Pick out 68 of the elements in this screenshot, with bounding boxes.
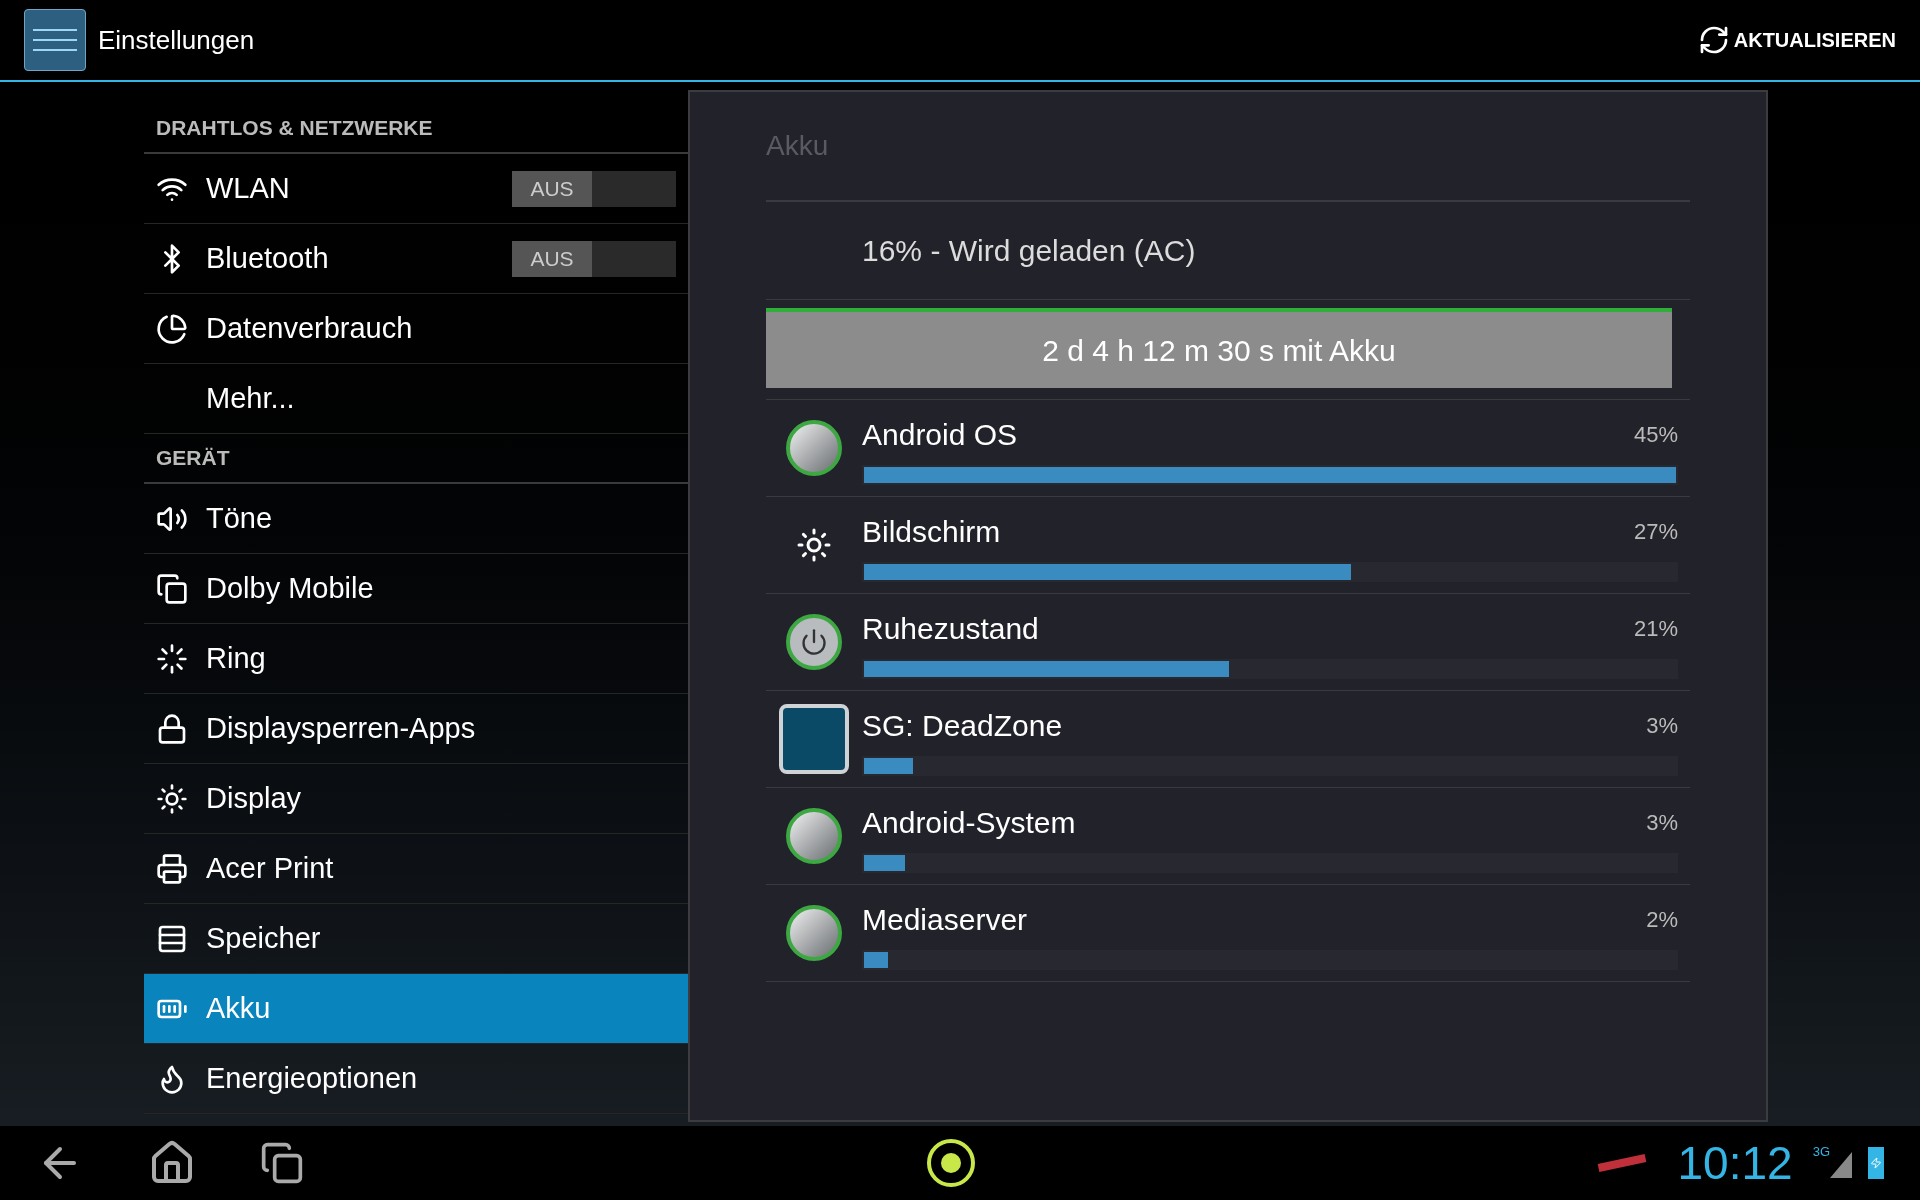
- game-app-icon: [779, 704, 849, 774]
- item-label: Dolby Mobile: [206, 570, 374, 606]
- section-header: GERÄT: [156, 445, 230, 472]
- usage-row[interactable]: Mediaserver 2%: [766, 885, 1690, 982]
- settings-item[interactable]: Display: [144, 764, 688, 834]
- settings-item[interactable]: WLAN AUS: [144, 154, 688, 224]
- app-name: Android OS: [862, 416, 1018, 453]
- network-type: 3G: [1812, 1143, 1830, 1161]
- power-app-icon: [786, 614, 842, 670]
- clock: 10:12: [1677, 1135, 1793, 1191]
- usage-percent: 2%: [1646, 905, 1679, 934]
- toggle-switch[interactable]: AUS: [512, 240, 676, 277]
- settings-item[interactable]: Energieoptionen: [144, 1044, 688, 1114]
- settings-item[interactable]: Datenverbrauch: [144, 294, 688, 364]
- section-header: DRAHTLOS & NETZWERKE: [156, 115, 433, 142]
- item-label: Datenverbrauch: [206, 310, 413, 346]
- usage-row[interactable]: Android OS 45%: [766, 400, 1690, 497]
- app-icon: [786, 905, 842, 961]
- item-label: Bluetooth: [206, 240, 329, 276]
- usage-percent: 21%: [1633, 614, 1679, 643]
- settings-item[interactable]: Bluetooth AUS: [144, 224, 688, 294]
- usage-percent: 3%: [1646, 711, 1679, 740]
- app-name: Android-System: [862, 804, 1076, 841]
- brightness-icon: [156, 782, 188, 815]
- app-name: Mediaserver: [862, 901, 1028, 938]
- item-label: Energieoptionen: [206, 1060, 418, 1096]
- item-label: Acer Print: [206, 850, 334, 886]
- usage-row[interactable]: Ruhezustand 21%: [766, 594, 1690, 691]
- battery-charging-icon: [1868, 1147, 1884, 1179]
- item-label: Ring: [206, 640, 266, 676]
- item-label: Mehr...: [206, 380, 295, 416]
- app-name: Bildschirm: [862, 513, 1001, 550]
- pie-chart-icon: [156, 312, 188, 345]
- settings-item[interactable]: Dolby Mobile: [144, 554, 688, 624]
- app-icon: [786, 808, 842, 864]
- usage-row[interactable]: Android-System 3%: [766, 788, 1690, 885]
- ring-launcher-icon[interactable]: [926, 1139, 975, 1187]
- battery-status: 16% - Wird geladen (AC): [862, 233, 1196, 269]
- app-title: Einstellungen: [98, 23, 255, 57]
- settings-item[interactable]: Ring: [144, 624, 688, 694]
- brightness-icon: [796, 527, 832, 563]
- item-label: Speicher: [206, 920, 321, 956]
- item-label: Display: [206, 780, 302, 816]
- settings-item[interactable]: Displaysperren-Apps: [144, 694, 688, 764]
- settings-item[interactable]: Acer Print: [144, 834, 688, 904]
- recent-apps-icon[interactable]: [260, 1141, 304, 1185]
- usage-row[interactable]: Bildschirm 27%: [766, 497, 1690, 594]
- refresh-button[interactable]: AKTUALISIEREN: [1697, 24, 1896, 56]
- app-name: SG: DeadZone: [862, 707, 1063, 744]
- settings-item[interactable]: Töne: [144, 484, 688, 554]
- app-name: Ruhezustand: [862, 610, 1039, 647]
- item-label: Töne: [206, 500, 273, 536]
- toggle-switch[interactable]: AUS: [512, 170, 676, 207]
- usage-percent: 27%: [1633, 517, 1679, 546]
- item-label: Displaysperren-Apps: [206, 710, 476, 746]
- app-icon: [786, 420, 842, 476]
- lock-icon: [156, 712, 188, 745]
- settings-item[interactable]: Akku: [144, 974, 688, 1044]
- panel-title: Akku: [766, 129, 829, 163]
- usage-percent: 3%: [1646, 808, 1679, 837]
- item-label: WLAN: [206, 170, 290, 206]
- graph-label: 2 d 4 h 12 m 30 s mit Akku: [1042, 332, 1396, 369]
- printer-icon: [156, 852, 188, 885]
- settings-app-icon[interactable]: [24, 9, 86, 71]
- usage-row[interactable]: SG: DeadZone 3%: [766, 691, 1690, 788]
- ring-icon: [156, 642, 188, 675]
- usage-percent: 45%: [1633, 420, 1679, 449]
- item-label: Akku: [206, 990, 271, 1026]
